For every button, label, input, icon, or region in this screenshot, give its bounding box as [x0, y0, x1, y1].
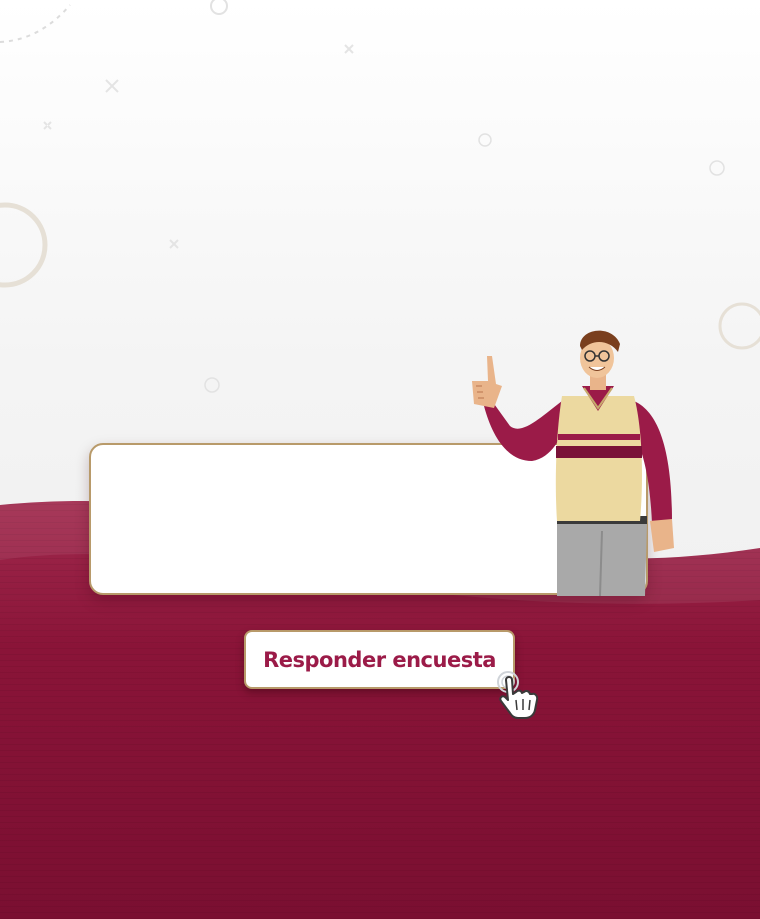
- survey-invitation-screen: Responder encuesta: [0, 0, 760, 919]
- respond-survey-button[interactable]: Responder encuesta: [244, 630, 515, 689]
- deco-circle: [204, 377, 220, 393]
- man-pointing-illustration: [472, 330, 674, 597]
- deco-circle: [0, 202, 48, 288]
- deco-circle: [709, 160, 725, 176]
- deco-circle: [210, 0, 228, 15]
- deco-circle: [718, 302, 760, 350]
- deco-circle: [478, 133, 492, 147]
- pointing-hand-cursor-icon: [497, 671, 539, 719]
- deco-dashed-arc: [0, 4, 71, 43]
- respond-survey-button-label: Responder encuesta: [263, 647, 496, 672]
- deco-sparkles: [43, 44, 354, 249]
